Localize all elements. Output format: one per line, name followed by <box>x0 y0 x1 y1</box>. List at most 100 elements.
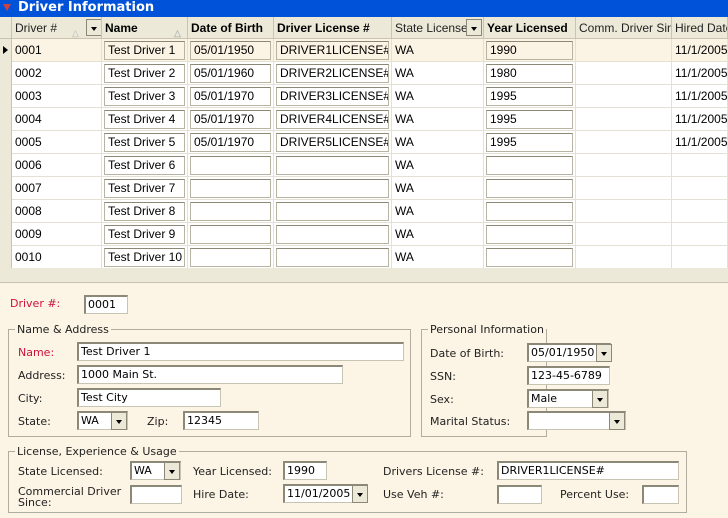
column-header-comm-since[interactable]: Comm. Driver Since <box>576 17 672 39</box>
cell-name-input[interactable]: Test Driver 7 <box>104 179 185 198</box>
cell-year-input[interactable]: 1990 <box>486 41 573 60</box>
cell-hired[interactable] <box>672 200 728 223</box>
cell-comm-since[interactable] <box>576 62 672 85</box>
chevron-down-icon[interactable] <box>609 412 625 430</box>
use-veh-input[interactable] <box>497 485 542 504</box>
cell-name-input[interactable]: Test Driver 4 <box>104 110 185 129</box>
column-header-state[interactable]: State Licensed <box>392 17 484 39</box>
filter-dropdown-icon[interactable] <box>86 19 101 36</box>
cell-license-input[interactable]: DRIVER3LICENSE# <box>276 87 389 106</box>
ssn-input[interactable]: 123-45-6789 <box>527 366 610 385</box>
cell-year-input[interactable]: 1995 <box>486 87 573 106</box>
cell-name-input[interactable]: Test Driver 8 <box>104 202 185 221</box>
cell-dob-input[interactable] <box>190 202 271 221</box>
cell-hired[interactable]: 11/1/2005 <box>672 131 728 154</box>
cell-dob-input[interactable] <box>190 248 271 267</box>
cell-comm-since[interactable] <box>576 223 672 246</box>
cell-license-input[interactable] <box>276 225 389 244</box>
cell-comm-since[interactable] <box>576 108 672 131</box>
percent-use-input[interactable] <box>642 485 679 504</box>
year-licensed-input[interactable]: 1990 <box>283 461 327 480</box>
cell-year-input[interactable]: 1995 <box>486 133 573 152</box>
row-selector[interactable] <box>0 131 12 154</box>
cell-driver-no[interactable]: 0007 <box>12 177 102 200</box>
cell-license-input[interactable]: DRIVER5LICENSE# <box>276 133 389 152</box>
cell-year-input[interactable]: 1995 <box>486 110 573 129</box>
cell-license-input[interactable] <box>276 248 389 267</box>
comm-driver-input[interactable] <box>130 485 182 504</box>
cell-dob-input[interactable]: 05/01/1970 <box>190 87 271 106</box>
table-row[interactable]: 0005 Test Driver 5 05/01/1970 DRIVER5LICENS… <box>0 131 728 154</box>
cell-year-input[interactable] <box>486 225 573 244</box>
cell-hired[interactable] <box>672 177 728 200</box>
column-header-license[interactable]: Driver License # <box>274 17 392 39</box>
table-row[interactable]: 0003 Test Driver 3 05/01/1970 DRIVER3LICENS… <box>0 85 728 108</box>
cell-hired[interactable] <box>672 223 728 246</box>
cell-dob-input[interactable]: 05/01/1970 <box>190 110 271 129</box>
column-header-dob[interactable]: Date of Birth <box>188 17 274 39</box>
cell-driver-no[interactable]: 0001 <box>12 39 102 62</box>
dl-input[interactable]: DRIVER1LICENSE# <box>497 461 679 480</box>
cell-state[interactable]: WA <box>392 62 484 85</box>
cell-name-input[interactable]: Test Driver 6 <box>104 156 185 175</box>
cell-driver-no[interactable]: 0004 <box>12 108 102 131</box>
cell-year-input[interactable] <box>486 179 573 198</box>
column-header-driver-no[interactable]: Driver # △ <box>12 17 102 39</box>
row-selector[interactable] <box>0 108 12 131</box>
table-row[interactable]: 0001 Test Driver 1 05/01/1950 DRIVER1LICENS… <box>0 39 728 62</box>
row-selector[interactable] <box>0 85 12 108</box>
cell-dob-input[interactable] <box>190 179 271 198</box>
cell-year-input[interactable] <box>486 202 573 221</box>
row-selector[interactable] <box>0 177 12 200</box>
row-selector[interactable] <box>0 62 12 85</box>
chevron-down-icon[interactable] <box>596 344 612 362</box>
horizontal-scrollbar[interactable] <box>0 268 728 283</box>
cell-hired[interactable]: 11/1/2005 <box>672 108 728 131</box>
table-row[interactable]: 0002 Test Driver 2 05/01/1960 DRIVER2LICENS… <box>0 62 728 85</box>
cell-state[interactable]: WA <box>392 177 484 200</box>
chevron-down-icon[interactable] <box>592 390 608 408</box>
zip-input[interactable]: 12345 <box>183 411 259 430</box>
cell-license-input[interactable] <box>276 156 389 175</box>
cell-year-input[interactable]: 1980 <box>486 64 573 83</box>
city-input[interactable]: Test City <box>77 388 221 407</box>
name-input[interactable]: Test Driver 1 <box>77 342 404 361</box>
row-selector[interactable] <box>0 154 12 177</box>
table-row[interactable]: 0010 Test Driver 10 WA <box>0 246 728 268</box>
cell-driver-no[interactable]: 0002 <box>12 62 102 85</box>
cell-license-input[interactable]: DRIVER1LICENSE# <box>276 41 389 60</box>
cell-comm-since[interactable] <box>576 85 672 108</box>
row-selector[interactable] <box>0 223 12 246</box>
cell-name-input[interactable]: Test Driver 10 <box>104 248 185 267</box>
cell-hired[interactable]: 11/1/2005 <box>672 85 728 108</box>
cell-license-input[interactable] <box>276 202 389 221</box>
cell-state[interactable]: WA <box>392 39 484 62</box>
table-row[interactable]: 0007 Test Driver 7 WA <box>0 177 728 200</box>
cell-year-input[interactable] <box>486 248 573 267</box>
cell-comm-since[interactable] <box>576 131 672 154</box>
chevron-down-icon[interactable] <box>352 485 368 503</box>
cell-driver-no[interactable]: 0009 <box>12 223 102 246</box>
cell-dob-input[interactable]: 05/01/1950 <box>190 41 271 60</box>
cell-dob-input[interactable]: 05/01/1970 <box>190 133 271 152</box>
table-row[interactable]: 0006 Test Driver 6 WA <box>0 154 728 177</box>
cell-comm-since[interactable] <box>576 246 672 268</box>
cell-license-input[interactable] <box>276 179 389 198</box>
cell-driver-no[interactable]: 0005 <box>12 131 102 154</box>
cell-name-input[interactable]: Test Driver 5 <box>104 133 185 152</box>
cell-name-input[interactable]: Test Driver 3 <box>104 87 185 106</box>
table-row[interactable]: 0008 Test Driver 8 WA <box>0 200 728 223</box>
cell-comm-since[interactable] <box>576 154 672 177</box>
cell-comm-since[interactable] <box>576 177 672 200</box>
cell-dob-input[interactable]: 05/01/1960 <box>190 64 271 83</box>
table-row[interactable]: 0004 Test Driver 4 05/01/1970 DRIVER4LICENS… <box>0 108 728 131</box>
cell-hired[interactable]: 11/1/2005 <box>672 62 728 85</box>
filter-dropdown-icon[interactable] <box>466 19 482 36</box>
cell-name-input[interactable]: Test Driver 1 <box>104 41 185 60</box>
cell-dob-input[interactable] <box>190 156 271 175</box>
driver-no-input[interactable]: 0001 <box>84 295 128 314</box>
cell-driver-no[interactable]: 0010 <box>12 246 102 268</box>
driver-grid[interactable]: Driver # △ Name △ Date of Birth Driver Licens… <box>0 17 728 268</box>
row-selector[interactable] <box>0 246 12 268</box>
chevron-down-icon[interactable] <box>111 412 127 430</box>
